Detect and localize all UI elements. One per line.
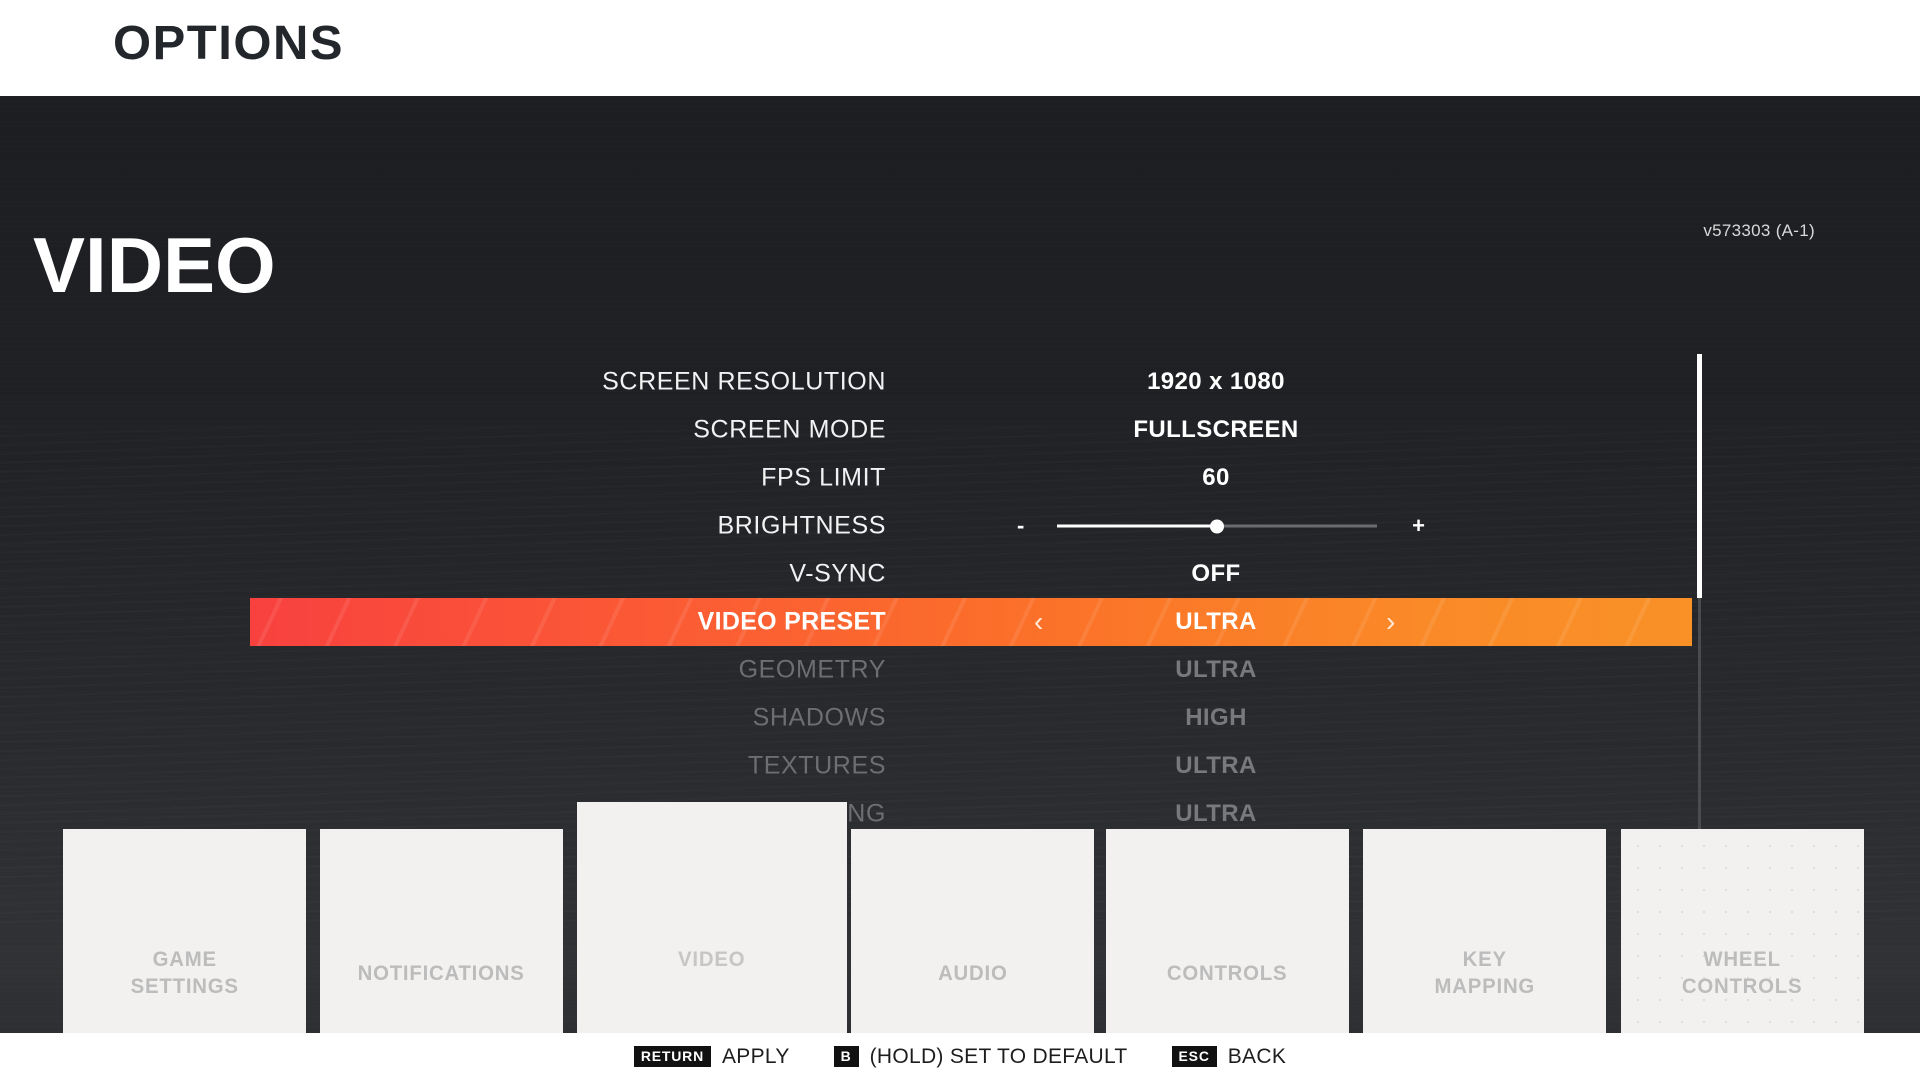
setting-value[interactable]: 1920 x 1080 <box>1147 368 1285 396</box>
setting-value[interactable]: ULTRA <box>1175 608 1257 636</box>
slider-track[interactable] <box>1057 519 1377 533</box>
setting-row[interactable]: VIDEO PRESET ‹ › ULTRA <box>0 598 1920 646</box>
setting-label: BRIGHTNESS <box>717 511 886 540</box>
stepper-next-icon[interactable]: › <box>1386 608 1395 636</box>
setting-label: FPS LIMIT <box>761 463 886 492</box>
setting-row[interactable]: FPS LIMIT 60 <box>0 454 1920 502</box>
setting-value[interactable]: 60 <box>1202 464 1230 492</box>
setting-value[interactable]: ULTRA <box>1175 656 1257 684</box>
key-hint: ESC BACK <box>1171 1044 1287 1069</box>
key-badge: RETURN <box>633 1046 711 1067</box>
settings-list: SCREEN RESOLUTION 1920 x 1080 SCREEN MODE F… <box>0 358 1920 838</box>
key-hint-label: APPLY <box>722 1044 790 1068</box>
settings-scrollbar-track[interactable] <box>1697 354 1702 842</box>
settings-scrollbar-thumb[interactable] <box>1697 354 1702 598</box>
options-header-bar: OPTIONS <box>0 0 1920 96</box>
options-stage: v573303 (A-1) VIDEO SCREEN RESOLUTION 192… <box>0 96 1920 1080</box>
key-hint: B (HOLD) SET TO DEFAULT <box>833 1044 1128 1069</box>
settings-tab-label: VIDEO <box>678 948 746 972</box>
setting-value[interactable]: FULLSCREEN <box>1133 416 1298 444</box>
setting-row[interactable]: SCREEN RESOLUTION 1920 x 1080 <box>0 358 1920 406</box>
settings-tab-label: GAME SETTINGS <box>130 948 239 998</box>
setting-label: TEXTURES <box>747 751 886 780</box>
build-version-label: v573303 (A-1) <box>1703 221 1815 240</box>
settings-tab-label: WHEEL CONTROLS <box>1682 948 1803 998</box>
setting-row[interactable]: BRIGHTNESS - + <box>0 502 1920 550</box>
selected-row-highlight <box>250 598 1692 646</box>
setting-row[interactable]: TEXTURES ULTRA <box>0 742 1920 790</box>
setting-row[interactable]: V-SYNC OFF <box>0 550 1920 598</box>
settings-tab-label: NOTIFICATIONS <box>357 961 525 985</box>
page-header-title: OPTIONS <box>113 17 345 70</box>
setting-label: V-SYNC <box>789 559 886 588</box>
setting-value[interactable]: OFF <box>1191 560 1240 588</box>
key-hint-label: BACK <box>1227 1044 1287 1068</box>
setting-label: SCREEN MODE <box>693 415 886 444</box>
stepper-previous-icon[interactable]: ‹ <box>1034 608 1043 636</box>
slider-fill <box>1057 524 1217 528</box>
key-hint-bar: RETURN APPLY B (HOLD) SET TO DEFAULT ESC BACK <box>0 1033 1920 1080</box>
settings-tab-label: AUDIO <box>937 961 1008 985</box>
setting-value[interactable]: ULTRA <box>1175 800 1257 828</box>
page-title: VIDEO <box>33 221 276 309</box>
slider-increase-icon[interactable]: + <box>1412 515 1425 537</box>
brightness-slider[interactable]: - + <box>1015 513 1425 539</box>
setting-value[interactable]: HIGH <box>1185 704 1247 732</box>
setting-row[interactable]: SHADOWS HIGH <box>0 694 1920 742</box>
key-hint: RETURN APPLY <box>633 1044 790 1069</box>
setting-row[interactable]: SCREEN MODE FULLSCREEN <box>0 406 1920 454</box>
setting-value[interactable]: ULTRA <box>1175 752 1257 780</box>
key-hint-label: (HOLD) SET TO DEFAULT <box>869 1044 1128 1068</box>
slider-knob[interactable] <box>1210 519 1224 533</box>
setting-label: GEOMETRY <box>738 655 886 684</box>
settings-tab-label: CONTROLS <box>1167 961 1288 985</box>
setting-label: SCREEN RESOLUTION <box>602 367 886 396</box>
setting-label: VIDEO PRESET <box>697 607 886 636</box>
key-badge: ESC <box>1171 1046 1217 1067</box>
key-badge: B <box>833 1046 859 1067</box>
slider-decrease-icon[interactable]: - <box>1017 515 1024 537</box>
settings-tab-label: KEY MAPPING <box>1434 948 1535 998</box>
setting-label: SHADOWS <box>752 703 886 732</box>
setting-row[interactable]: GEOMETRY ULTRA <box>0 646 1920 694</box>
